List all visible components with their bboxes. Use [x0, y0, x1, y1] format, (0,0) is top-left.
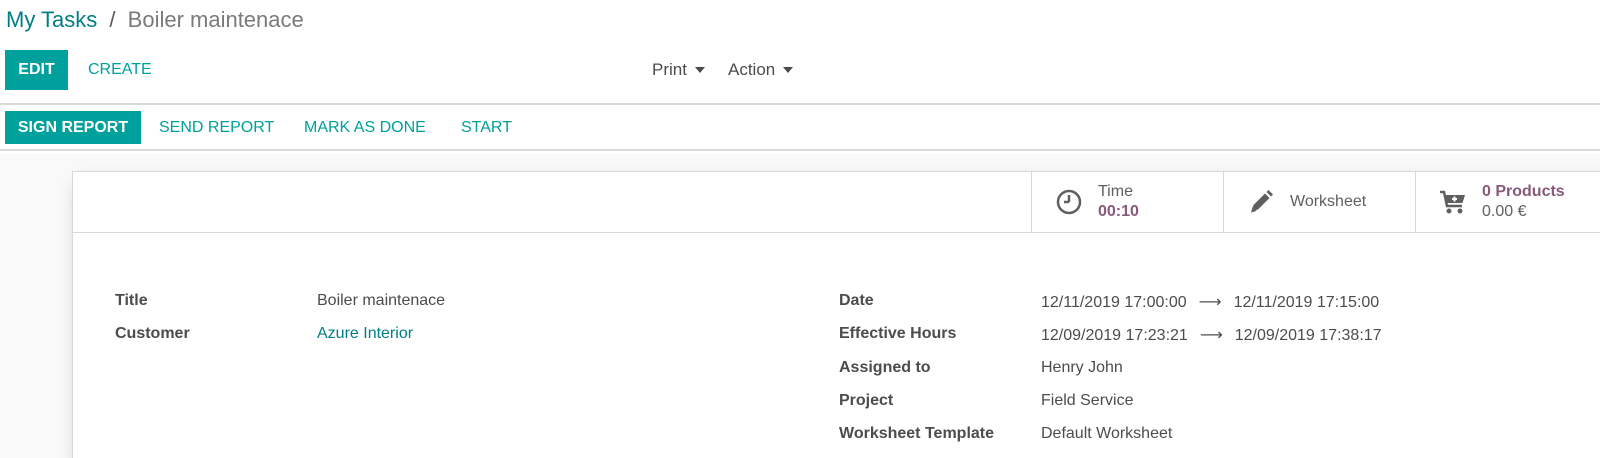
smart-button-row: Time 00:10 Worksheet 0 Products 0.00 €	[73, 172, 1600, 233]
breadcrumb-current: Boiler maintenace	[127, 7, 304, 32]
send-report-button[interactable]: SEND REPORT	[159, 116, 274, 140]
clock-icon	[1054, 187, 1084, 217]
date-range: 12/11/2019 17:00:00 ⟶ 12/11/2019 17:15:00	[1041, 292, 1379, 312]
time-smart-button[interactable]: Time 00:10	[1031, 172, 1224, 232]
print-label: Print	[652, 60, 687, 79]
time-value: 00:10	[1098, 203, 1139, 220]
worksheet-label: Worksheet	[1290, 193, 1367, 210]
start-button[interactable]: START	[461, 116, 512, 140]
products-count: 0 Products	[1482, 183, 1565, 200]
worksheet-template-label: Worksheet Template	[839, 425, 995, 442]
action-dropdown[interactable]: Action	[728, 58, 794, 82]
sign-report-button[interactable]: SIGN REPORT	[5, 111, 141, 144]
effective-hours-start: 12/09/2019 17:23:21	[1041, 327, 1188, 344]
time-label: Time	[1098, 183, 1133, 200]
arrow-right-icon: ⟶	[1199, 327, 1223, 344]
effective-hours-label: Effective Hours	[839, 325, 957, 342]
worksheet-template-value: Default Worksheet	[1041, 425, 1173, 442]
title-value: Boiler maintenace	[317, 292, 446, 309]
effective-hours-end: 12/09/2019 17:38:17	[1234, 327, 1382, 344]
customer-link[interactable]: Azure Interior	[317, 325, 413, 343]
project-value: Field Service	[1041, 392, 1134, 409]
mark-as-done-button[interactable]: MARK AS DONE	[304, 116, 426, 140]
action-label: Action	[728, 60, 776, 79]
caret-down-icon	[694, 67, 705, 73]
form-sheet: Time 00:10 Worksheet 0 Products 0.00 € T…	[72, 171, 1600, 458]
products-smart-button[interactable]: 0 Products 0.00 €	[1415, 172, 1600, 232]
worksheet-smart-button[interactable]: Worksheet	[1223, 172, 1416, 232]
date-start: 12/11/2019 17:00:00	[1041, 294, 1187, 311]
date-label: Date	[839, 292, 874, 309]
breadcrumb-separator: /	[109, 7, 116, 32]
create-button[interactable]: CREATE	[88, 58, 152, 82]
pencil-icon	[1246, 187, 1276, 217]
assigned-to-value: Henry John	[1041, 359, 1123, 376]
customer-label: Customer	[115, 325, 190, 342]
breadcrumb-my-tasks[interactable]: My Tasks	[6, 7, 97, 32]
statusbar-divider	[0, 149, 1600, 151]
effective-hours-range: 12/09/2019 17:23:21 ⟶ 12/09/2019 17:38:17	[1041, 325, 1382, 345]
assigned-to-label: Assigned to	[839, 359, 931, 376]
control-panel-divider	[0, 103, 1600, 105]
caret-down-icon	[783, 67, 794, 73]
title-label: Title	[115, 292, 148, 309]
project-label: Project	[839, 392, 894, 409]
date-end: 12/11/2019 17:15:00	[1233, 294, 1380, 311]
breadcrumb: My Tasks / Boiler maintenace	[6, 6, 304, 34]
arrow-right-icon: ⟶	[1198, 294, 1222, 311]
cart-plus-icon	[1438, 187, 1468, 217]
print-dropdown[interactable]: Print	[652, 58, 705, 82]
products-amount: 0.00 €	[1482, 203, 1527, 220]
edit-button[interactable]: EDIT	[5, 50, 68, 90]
